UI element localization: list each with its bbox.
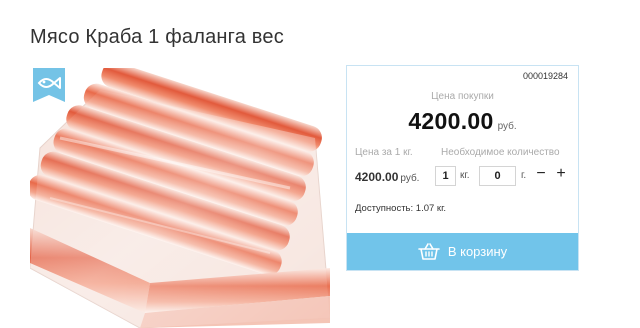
basket-icon — [418, 242, 440, 260]
crab-meat-photo — [30, 68, 330, 328]
price-row: 4200.00 руб. — [347, 108, 578, 135]
quantity-kg-unit: кг. — [460, 170, 470, 181]
price-currency: руб. — [497, 121, 517, 132]
price-label: Цена покупки — [431, 91, 494, 102]
decrease-quantity-button[interactable]: − — [534, 163, 548, 185]
product-image[interactable] — [30, 68, 330, 328]
product-sku: 000019284 — [522, 71, 568, 81]
add-to-cart-label: В корзину — [447, 244, 508, 259]
per-kg-currency: руб. — [400, 173, 420, 184]
quantity-kg-input[interactable]: 1 — [435, 166, 456, 186]
fish-icon — [33, 68, 65, 102]
quantity-g-input[interactable]: 0 — [479, 166, 516, 186]
price-value: 4200.00 — [408, 108, 494, 134]
quantity-g-unit: г. — [521, 170, 527, 181]
product-title: Мясо Краба 1 фаланга вес — [30, 26, 284, 48]
add-to-cart-button[interactable]: В корзину — [347, 233, 578, 270]
purchase-panel: 000019284 Цена покупки 4200.00 руб. Цена … — [346, 65, 579, 271]
per-kg-label: Цена за 1 кг. — [355, 147, 413, 158]
per-kg-price-row: 4200.00 руб. — [355, 168, 419, 186]
availability-text: Доступность: 1.07 кг. — [355, 203, 447, 214]
per-kg-price: 4200.00 — [355, 170, 399, 184]
quantity-label: Необходимое количество — [441, 147, 560, 158]
increase-quantity-button[interactable]: + — [553, 163, 569, 185]
